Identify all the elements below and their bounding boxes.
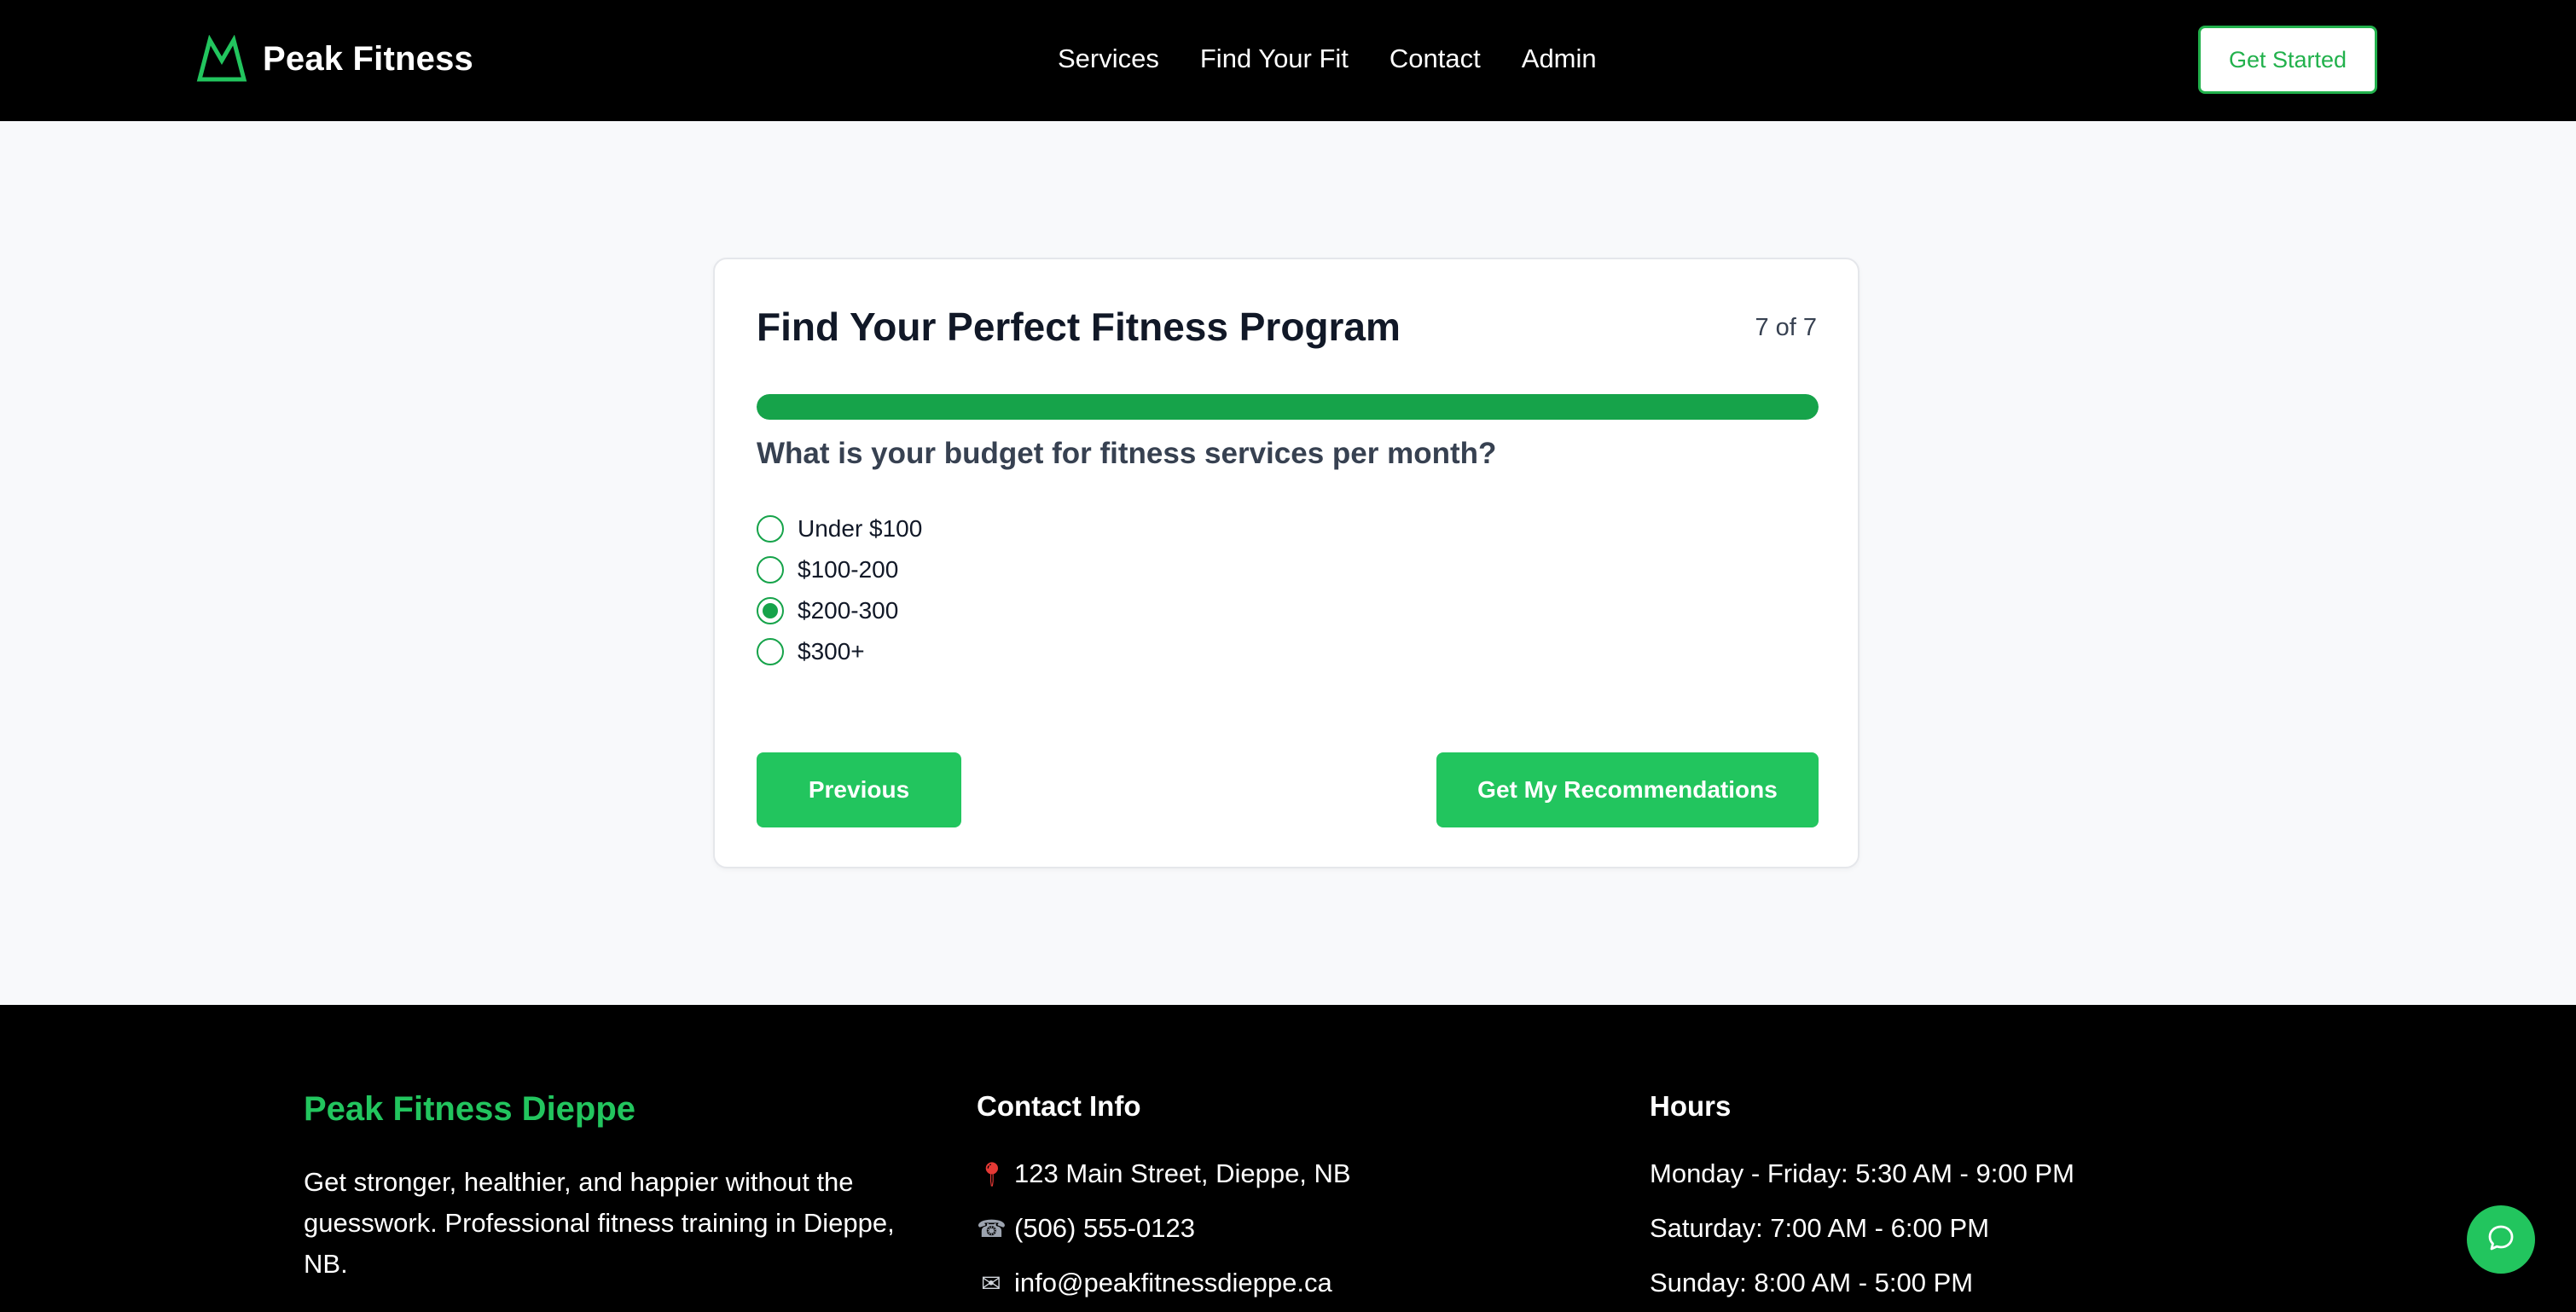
- previous-button[interactable]: Previous: [757, 752, 961, 827]
- site-footer: Peak Fitness Dieppe Get stronger, health…: [0, 1005, 2576, 1312]
- radio-selected-dot: [763, 602, 778, 618]
- hours-sunday: Sunday: 8:00 AM - 5:00 PM: [1650, 1268, 1974, 1297]
- progress-bar-fill: [757, 394, 1819, 420]
- main-nav: Services Find Your Fit Contact Admin: [1058, 39, 1597, 78]
- contact-heading: Contact Info: [977, 1090, 1141, 1122]
- phone-text: (506) 555-0123: [1014, 1213, 1195, 1243]
- brand-logo-link[interactable]: Peak Fitness: [196, 32, 473, 85]
- contact-email: ✉ info@peakfitnessdieppe.ca: [977, 1268, 1332, 1298]
- footer-description: Get stronger, healthier, and happier wit…: [304, 1167, 895, 1279]
- budget-option-200-300[interactable]: $200-300: [757, 596, 922, 624]
- footer-brand: Peak Fitness Dieppe: [304, 1090, 636, 1128]
- nav-link-contact[interactable]: Contact: [1390, 39, 1481, 78]
- budget-option-100-200[interactable]: $100-200: [757, 555, 922, 583]
- option-label: $300+: [798, 637, 865, 665]
- budget-option-under-100[interactable]: Under $100: [757, 514, 923, 543]
- quiz-question: What is your budget for fitness services…: [757, 437, 1497, 470]
- progress-bar: [757, 394, 1819, 420]
- get-started-button[interactable]: Get Started: [2198, 26, 2377, 94]
- hours-heading: Hours: [1650, 1090, 1732, 1122]
- get-recommendations-button[interactable]: Get My Recommendations: [1436, 752, 1819, 827]
- contact-phone: ☎ (506) 555-0123: [977, 1213, 1195, 1244]
- radio-button[interactable]: [757, 514, 784, 543]
- budget-options: Under $100 $100-200 $200-300 $300+: [757, 514, 923, 665]
- nav-link-services[interactable]: Services: [1058, 39, 1159, 78]
- nav-link-find-your-fit[interactable]: Find Your Fit: [1200, 39, 1349, 78]
- chat-bubble-icon: [2486, 1222, 2516, 1257]
- option-label: $200-300: [798, 596, 899, 624]
- brand-name: Peak Fitness: [263, 39, 473, 78]
- hours-weekday: Monday - Friday: 5:30 AM - 9:00 PM: [1650, 1158, 2074, 1188]
- quiz-card: Find Your Perfect Fitness Program 7 of 7…: [713, 258, 1859, 868]
- quiz-title: Find Your Perfect Fitness Program: [757, 305, 1401, 349]
- option-label: $100-200: [798, 555, 899, 583]
- envelope-icon: ✉: [981, 1269, 1001, 1297]
- nav-link-admin[interactable]: Admin: [1522, 39, 1597, 78]
- option-label: Under $100: [798, 514, 923, 542]
- pin-icon: 📍︎: [977, 1160, 1007, 1187]
- mountain-icon: [196, 35, 247, 83]
- address-text: 123 Main Street, Dieppe, NB: [1014, 1158, 1351, 1188]
- chat-button[interactable]: [2467, 1205, 2535, 1274]
- contact-address: 📍︎ 123 Main Street, Dieppe, NB: [977, 1158, 1351, 1189]
- budget-option-300-plus[interactable]: $300+: [757, 637, 922, 665]
- step-counter: 7 of 7: [1755, 314, 1817, 341]
- site-header: Peak Fitness Services Find Your Fit Cont…: [0, 0, 2576, 121]
- email-text: info@peakfitnessdieppe.ca: [1014, 1268, 1332, 1297]
- hours-saturday: Saturday: 7:00 AM - 6:00 PM: [1650, 1213, 1990, 1243]
- radio-button[interactable]: [757, 555, 784, 583]
- phone-icon: ☎: [977, 1215, 1007, 1242]
- radio-button[interactable]: [757, 596, 784, 624]
- radio-button[interactable]: [757, 637, 784, 665]
